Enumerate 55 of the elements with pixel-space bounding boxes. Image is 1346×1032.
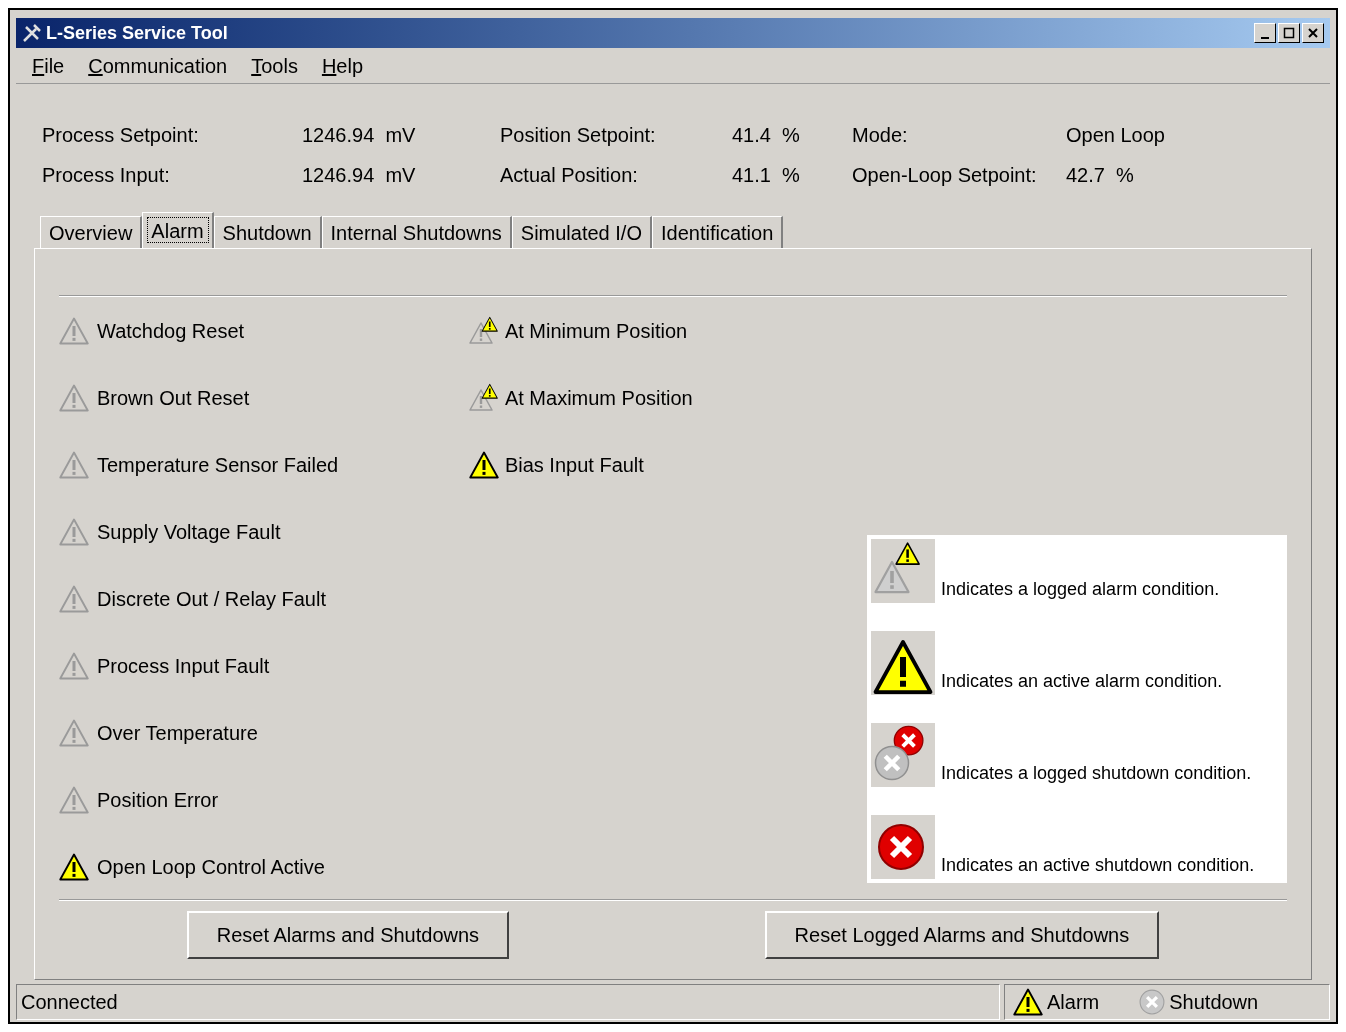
menu-item[interactable]: Help [321,50,364,81]
close-icon [1307,27,1319,39]
alarm-label: Temperature Sensor Failed [97,452,339,478]
legend-text: Indicates a logged shutdown condition. [941,762,1252,785]
readout-value: 41.4 % [732,123,801,148]
alarm-label: Position Error [97,787,219,813]
readout-value: 42.7 % [1066,163,1135,188]
tab[interactable]: Overview [40,216,143,248]
readout-label: Process Input: [42,163,171,188]
readout-value: 41.1 % [732,163,801,188]
alarm-label: Open Loop Control Active [97,854,325,880]
reset-button[interactable]: Reset Logged Alarms and Shutdowns [764,911,1160,959]
readout-label: Process Setpoint: [42,123,200,148]
tab[interactable]: Simulated I/O [511,216,652,248]
tab[interactable]: Alarm [142,212,214,248]
alarm-label: Discrete Out / Relay Fault [97,586,326,612]
legend-text: Indicates a logged alarm condition. [941,578,1220,601]
legend-text: Indicates an active alarm condition. [941,670,1223,693]
maximize-icon [1283,27,1295,39]
readout-label: Actual Position: [499,163,639,188]
close-button[interactable] [1302,23,1324,43]
tab[interactable]: Identification [651,216,784,248]
legend-text: Indicates an active shutdown condition. [941,854,1255,877]
alarm-label: Supply Voltage Fault [97,519,281,545]
alarm-label: Process Input Fault [97,653,270,679]
logged-alarm-icon [871,539,935,603]
indicator-label: Shutdown [1169,990,1259,1015]
readout-label: Position Setpoint: [499,123,657,148]
alarm-label: Over Temperature [97,720,258,746]
alarm-label: Brown Out Reset [97,385,250,411]
readout-label: Open-Loop Setpoint: [851,163,1038,188]
readout-value: 1246.94 mV [302,123,417,148]
tools-icon [22,23,42,43]
menu-item[interactable]: Communication [88,50,228,81]
tab[interactable]: Shutdown [213,216,322,248]
readout-value: Open Loop [1066,123,1166,148]
status-text: Connected [16,984,1000,1020]
indicator-label: Alarm [1047,990,1100,1015]
maximize-button[interactable] [1278,23,1300,43]
reset-button[interactable]: Reset Alarms and Shutdowns [186,911,510,959]
alarm-label: At Maximum Position [504,385,693,411]
alarm-label: Watchdog Reset [97,318,245,344]
readout-label: Mode: [851,123,909,148]
logged-shutdown-icon [871,723,935,787]
readout-value: 1246.94 mV [302,163,417,188]
minimize-button[interactable] [1254,23,1276,43]
menu-item[interactable]: Tools [251,50,298,81]
minimize-icon [1261,37,1269,39]
window-title: L-Series Service Tool [46,21,228,45]
active-shutdown-icon [871,815,935,879]
active-alarm-icon [871,631,935,695]
tab[interactable]: Internal Shutdowns [321,216,512,248]
alarm-label: At Minimum Position [504,318,688,344]
menu-item[interactable]: File [32,50,65,81]
alarm-label: Bias Input Fault [504,452,644,478]
